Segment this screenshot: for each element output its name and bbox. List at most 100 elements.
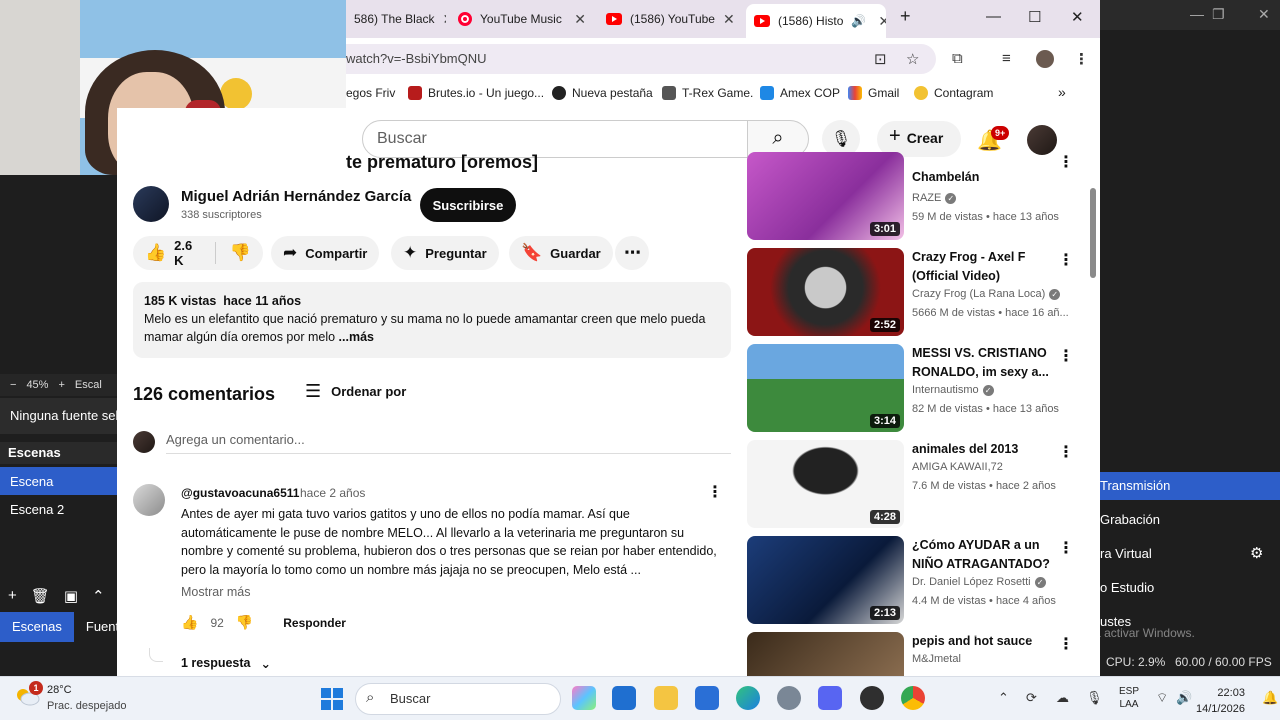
weather-temperature[interactable]: 28°C <box>47 684 72 696</box>
rec-thumbnail[interactable]: 3:14 <box>747 344 904 432</box>
maximize-icon[interactable]: ☐ <box>1028 8 1041 26</box>
cloud-icon[interactable]: ☁ <box>1056 690 1069 706</box>
bookmark-brutes[interactable]: Brutes.io - Un juego... <box>408 86 544 100</box>
close-icon[interactable]: ✕ <box>574 11 586 28</box>
tab-youtube[interactable]: (1586) YouTube ✕ <box>598 4 742 34</box>
rec-thumbnail[interactable]: 3:01 <box>747 152 904 240</box>
more-actions-button[interactable]: ⋯ <box>615 236 649 270</box>
comment-menu-icon[interactable]: ⋮ <box>707 482 723 502</box>
zoom-out-icon[interactable]: − <box>10 379 16 391</box>
rec-channel[interactable]: RAZE ✓ <box>912 192 957 204</box>
rec-menu-icon[interactable]: ⋮ <box>1058 250 1074 270</box>
channel-name[interactable]: Miguel Adrián Hernández García <box>181 188 411 205</box>
wifi-icon[interactable]: ⌔ <box>1156 690 1168 706</box>
start-recording-button[interactable]: Grabación <box>1100 506 1280 534</box>
speaker-icon[interactable]: 🔊 <box>1176 690 1192 706</box>
rec-item[interactable]: 3:14 MESSI VS. CRISTIANO RONALDO, im sex… <box>747 344 1087 432</box>
rec-title[interactable]: animales del 2013 <box>912 440 1052 459</box>
menu-icon[interactable]: ⋮ <box>1074 50 1089 68</box>
close-window-icon[interactable]: ✕ <box>1071 8 1084 26</box>
obs-icon[interactable] <box>860 686 884 710</box>
tab-black[interactable]: 586) The Black ✕ <box>346 4 446 34</box>
rec-channel[interactable]: AMIGA KAWAII,72 <box>912 461 1003 473</box>
rec-thumbnail[interactable]: 2:13 <box>747 536 904 624</box>
rec-channel[interactable]: Internautismo ✓ <box>912 384 994 396</box>
rec-menu-icon[interactable]: ⋮ <box>1058 442 1074 462</box>
replies-toggle[interactable]: 1 respuesta ⌄ <box>181 656 271 671</box>
speaker-icon[interactable]: 🔊 <box>851 14 866 28</box>
scene-item-2[interactable]: Escena 2 <box>0 495 117 523</box>
bookmark-gmail[interactable]: Gmail <box>848 86 899 100</box>
chevron-up-icon[interactable]: ⌃ <box>998 690 1009 706</box>
comment-input[interactable]: Agrega un comentario... <box>166 432 731 454</box>
minimize-icon[interactable]: — <box>986 8 1001 25</box>
filter-icon[interactable]: ▣ <box>64 587 78 607</box>
show-more-link[interactable]: Mostrar más <box>181 585 250 599</box>
rec-title[interactable]: ¿Cómo AYUDAR a un NIÑO ATRAGANTADO? <box>912 536 1052 573</box>
rec-item[interactable]: 4:28 animales del 2013 AMIGA KAWAII,72 7… <box>747 440 1087 528</box>
rec-thumbnail[interactable]: 2:52 <box>747 248 904 336</box>
notification-icon[interactable]: 🔔 <box>1262 690 1278 706</box>
comment-author[interactable]: @gustavoacuna6511 <box>181 486 299 500</box>
close-icon[interactable]: ✕ <box>1258 6 1270 23</box>
bookmark-contagram[interactable]: Contagram <box>914 86 993 100</box>
copilot-icon[interactable] <box>572 686 596 710</box>
profile-avatar[interactable] <box>1036 50 1054 68</box>
scrollbar[interactable] <box>1088 116 1098 676</box>
tab-scenes[interactable]: Escenas <box>0 612 74 642</box>
scrollbar-thumb[interactable] <box>1090 188 1096 278</box>
studio-mode-button[interactable]: o Estudio <box>1100 574 1280 602</box>
taskbar-search[interactable]: ⌕ Buscar <box>355 683 561 715</box>
rec-thumbnail[interactable]: 4:28 <box>747 440 904 528</box>
delete-scene-icon[interactable]: 🗑 <box>31 587 50 607</box>
thumbs-up-icon[interactable]: 👍 <box>145 243 166 263</box>
comment-avatar[interactable] <box>133 484 165 516</box>
save-button[interactable]: 🔖 Guardar <box>509 236 613 270</box>
tab-youtube-music[interactable]: YouTube Music ✕ <box>450 4 594 34</box>
gear-icon[interactable]: ⚙ <box>1250 544 1263 562</box>
clock[interactable]: 22:03 14/1/2026 <box>1196 685 1245 717</box>
rec-menu-icon[interactable]: ⋮ <box>1058 152 1074 172</box>
microphone-icon[interactable]: 🎙 <box>1086 690 1103 706</box>
reply-button[interactable]: Responder <box>283 616 346 630</box>
outlook-icon[interactable] <box>612 686 636 710</box>
sync-icon[interactable]: ⟳ <box>1026 690 1037 706</box>
description-box[interactable]: 185 K vistas hace 11 años Melo es un ele… <box>133 282 731 358</box>
zoom-in-icon[interactable]: + <box>58 379 64 391</box>
new-tab-icon[interactable]: + <box>900 6 911 27</box>
chevron-up-icon[interactable]: ⌃ <box>92 587 105 607</box>
bookmark-new-tab[interactable]: Nueva pestaña <box>552 86 653 100</box>
install-app-icon[interactable]: ⊡ <box>874 50 887 68</box>
microsoft-store-icon[interactable] <box>695 686 719 710</box>
media-control-icon[interactable]: ≡ <box>1002 50 1011 67</box>
like-count[interactable]: 2.6 K <box>174 238 201 268</box>
file-explorer-icon[interactable] <box>654 686 678 710</box>
tab-history-active[interactable]: (1586) Histo 🔊 ✕ <box>746 4 886 38</box>
add-scene-icon[interactable]: + <box>8 587 17 607</box>
edge-icon[interactable] <box>736 686 760 710</box>
subscribe-button[interactable]: Suscribirse <box>420 188 516 222</box>
scene-item-1[interactable]: Escena <box>0 467 117 495</box>
avatar[interactable] <box>1027 125 1057 155</box>
settings-gear-icon[interactable] <box>777 686 801 710</box>
extensions-icon[interactable]: ⧉ <box>952 50 963 67</box>
star-icon[interactable]: ☆ <box>906 50 919 68</box>
rec-title[interactable]: MESSI VS. CRISTIANO RONALDO, im sexy a..… <box>912 344 1052 381</box>
rec-title[interactable]: Crazy Frog - Axel F (Official Video) <box>912 248 1052 285</box>
rec-menu-icon[interactable]: ⋮ <box>1058 346 1074 366</box>
start-streaming-button[interactable]: Transmisión <box>1100 472 1280 500</box>
url-field[interactable]: watch?v=-BsbiYbmQNU <box>346 44 936 74</box>
sort-button[interactable]: ☰ Ordenar por <box>305 381 406 402</box>
share-button[interactable]: ➦ Compartir <box>271 236 380 270</box>
comment-time[interactable]: hace 2 años <box>300 486 365 500</box>
more-link[interactable]: ...más <box>339 330 374 344</box>
chrome-icon[interactable] <box>901 686 925 710</box>
discord-icon[interactable] <box>818 686 842 710</box>
rec-thumbnail[interactable] <box>747 632 904 676</box>
rec-title[interactable]: Chambelán <box>912 168 1052 187</box>
weather-description[interactable]: Prac. despejado <box>47 700 127 712</box>
close-icon[interactable]: ✕ <box>443 11 447 28</box>
bookmark-friv[interactable]: egos Friv <box>346 86 395 100</box>
bookmark-amex[interactable]: Amex COP <box>760 86 840 100</box>
rec-channel[interactable]: M&Jmetal <box>912 653 961 665</box>
